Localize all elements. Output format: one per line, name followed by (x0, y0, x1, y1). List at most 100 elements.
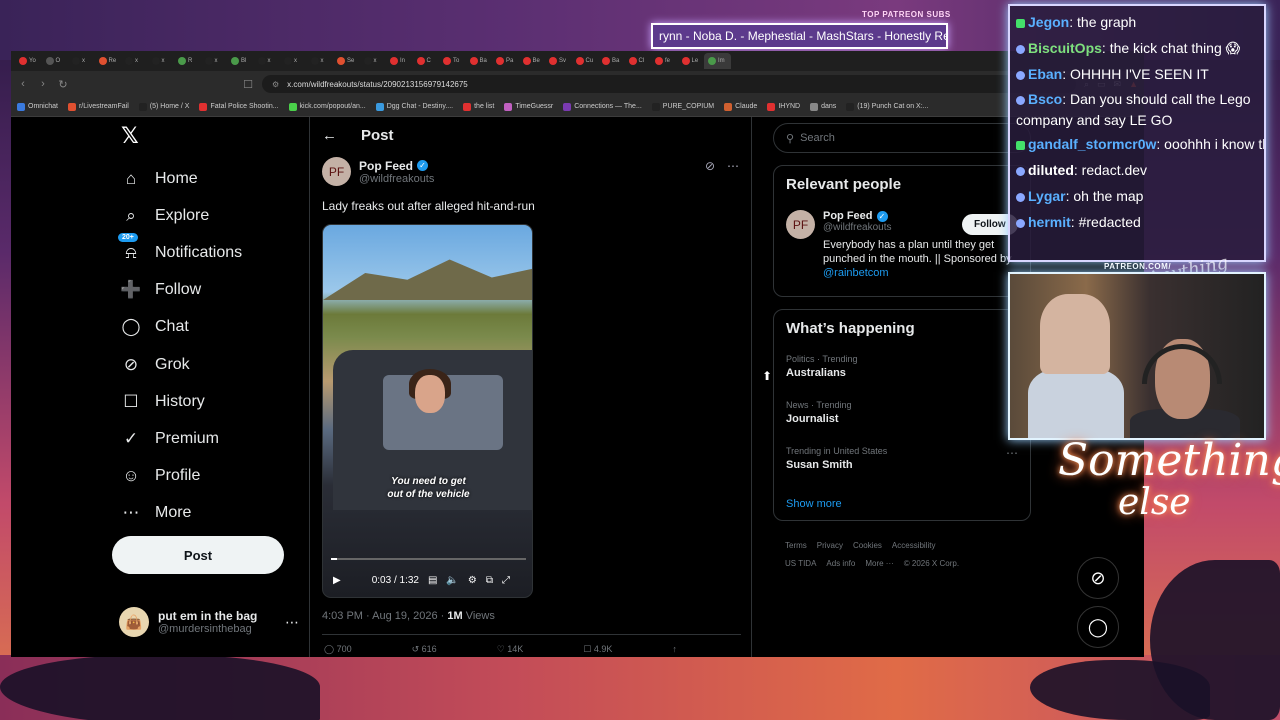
fullscreen-icon[interactable]: ⤢ (502, 575, 510, 586)
browser-tab[interactable]: To (439, 53, 466, 69)
back-icon[interactable]: ‹ (17, 78, 29, 90)
search-input[interactable]: ⚲ Search (773, 123, 1031, 153)
nav-item-grok[interactable]: ⊘ Grok (121, 355, 190, 375)
repost-button[interactable]: ↺ 616 (412, 644, 437, 655)
browser-tab[interactable]: Yo (15, 53, 42, 69)
play-icon[interactable]: ▶ (333, 575, 341, 586)
browser-tab[interactable]: Le (678, 53, 705, 69)
browser-tab[interactable]: Bl (227, 53, 254, 69)
author-name[interactable]: Pop Feed (359, 159, 413, 173)
pip-icon[interactable]: ⧉ (486, 575, 493, 586)
avatar[interactable]: PF (322, 157, 351, 186)
video-progress-bar[interactable] (331, 558, 526, 560)
nav-item-premium[interactable]: ✓ Premium (121, 429, 219, 449)
browser-tab[interactable]: x (280, 53, 307, 69)
browser-tab[interactable]: Be (519, 53, 546, 69)
footer-link[interactable]: More ··· (865, 559, 893, 568)
avatar[interactable]: PF (786, 210, 815, 239)
bookmark-item[interactable]: the list (463, 102, 494, 111)
browser-tab[interactable]: O (42, 53, 69, 69)
browser-tab[interactable]: Cu (572, 53, 599, 69)
browser-tab[interactable]: Pa (492, 53, 519, 69)
site-info-icon[interactable]: ⚙ (272, 80, 279, 89)
video-player[interactable]: You need to get out of the vehicle ▶ 0:0… (322, 224, 533, 598)
bookmark-item[interactable]: (19) Punch Cat on X:... (846, 102, 928, 111)
trend-item[interactable]: Politics · Trending Australians (786, 354, 858, 379)
browser-tab[interactable]: C (413, 53, 440, 69)
browser-tab[interactable]: x (121, 53, 148, 69)
grok-float-button[interactable]: ⊘ (1077, 557, 1119, 599)
footer-link[interactable]: US TIDA (785, 559, 816, 568)
trend-item[interactable]: News · Trending Journalist (786, 400, 852, 425)
footer-link[interactable]: Terms (785, 541, 807, 550)
post-button[interactable]: Post (112, 536, 284, 574)
browser-tab[interactable]: Im (704, 53, 731, 69)
footer-link[interactable]: Ads info (826, 559, 855, 568)
captions-icon[interactable]: ▤ (428, 575, 437, 586)
browser-tab[interactable]: Re (95, 53, 122, 69)
bookmark-item[interactable]: IHYND (767, 102, 800, 111)
x-logo-icon[interactable]: 𝕏 (121, 123, 139, 149)
bookmark-item[interactable]: Connections — The... (563, 102, 642, 111)
nav-item-profile[interactable]: ☺ Profile (121, 466, 200, 486)
trend-item[interactable]: Trending in United States Susan Smith (786, 446, 887, 471)
browser-tab[interactable]: x (68, 53, 95, 69)
footer-link[interactable]: Cookies (853, 541, 882, 550)
bookmark-item[interactable]: PURE_COPIUM (651, 102, 714, 111)
nav-item-chat[interactable]: ◯ Chat (121, 317, 188, 337)
back-arrow-icon[interactable]: ← (322, 127, 337, 144)
messages-float-button[interactable]: ◯ (1077, 606, 1119, 648)
footer-link[interactable]: Accessibility (892, 541, 936, 550)
forward-icon[interactable]: › (37, 78, 49, 90)
bookmark-item[interactable]: kick.com/popout/an... (288, 102, 366, 111)
browser-tab[interactable]: x (148, 53, 175, 69)
reply-button[interactable]: ◯ 700 (324, 644, 352, 655)
browser-tab[interactable]: x (360, 53, 387, 69)
bookmark-item[interactable]: Dgg Chat - Destiny.... (375, 102, 453, 111)
browser-tab[interactable]: CI (625, 53, 652, 69)
browser-tab[interactable]: Sv (545, 53, 572, 69)
share-icon[interactable]: ↑ (672, 644, 677, 655)
bookmark-item[interactable]: TimeGuessr (504, 102, 553, 111)
bookmark-item[interactable]: (5) Home / X (138, 102, 189, 111)
footer-link[interactable]: © 2026 X Corp. (904, 559, 959, 568)
bookmark-button[interactable]: ☐ 4.9K (583, 644, 612, 655)
show-more-link[interactable]: Show more (786, 498, 842, 510)
bookmark-item[interactable]: dans (810, 102, 836, 111)
address-input[interactable]: ⚙ x.com/wildfreakouts/status/20902131569… (262, 75, 1076, 93)
browser-tab[interactable]: In (386, 53, 413, 69)
bookmark-item[interactable]: Claude (724, 102, 757, 111)
post-author[interactable]: PF Pop Feed ✓ @wildfreakouts (322, 157, 434, 186)
nav-item-follow[interactable]: ➕ Follow (120, 280, 201, 300)
more-options-icon[interactable]: ⋯ (285, 614, 299, 631)
nav-item-home[interactable]: ⌂ Home (121, 169, 198, 189)
nav-item-more[interactable]: ⋯ More (121, 503, 192, 523)
timestamp-text[interactable]: 4:03 PM · Aug 19, 2026 · (322, 610, 447, 622)
browser-tab[interactable]: x (254, 53, 281, 69)
browser-tab[interactable]: Ba (598, 53, 625, 69)
browser-tab[interactable]: fe (651, 53, 678, 69)
browser-tab[interactable]: R (174, 53, 201, 69)
nav-item-explore[interactable]: ⌕ Explore (121, 206, 209, 226)
like-button[interactable]: ♡ 14K (497, 644, 524, 655)
bookmark-item[interactable]: r/LivestreamFail (67, 102, 129, 111)
browser-tab[interactable]: x (307, 53, 334, 69)
settings-icon[interactable]: ⚙ (468, 575, 477, 586)
volume-icon[interactable]: 🔈 (446, 575, 458, 586)
bio-link[interactable]: @rainbetcom (823, 267, 889, 279)
footer-link[interactable]: Privacy (817, 541, 843, 550)
person-name[interactable]: Pop Feed (823, 210, 873, 222)
browser-tab[interactable]: x (201, 53, 228, 69)
grok-icon[interactable]: ⊘ (705, 159, 715, 173)
more-options-icon[interactable]: ⋯ (1006, 446, 1018, 460)
reload-icon[interactable]: ↻ (57, 78, 69, 91)
browser-tab[interactable]: Se (333, 53, 360, 69)
author-handle[interactable]: @wildfreakouts (359, 173, 434, 185)
nav-item-history[interactable]: ☐ History (121, 392, 204, 412)
bookmark-item[interactable]: Fatal Police Shootin... (199, 102, 279, 111)
account-switcher[interactable]: 👜 put em in the bag @murdersinthebag ⋯ (119, 607, 299, 637)
nav-item-notifications[interactable]: ⍾ 20+ Notifications (118, 233, 242, 263)
browser-tab[interactable]: Ba (466, 53, 493, 69)
more-options-icon[interactable]: ⋯ (727, 159, 739, 173)
bookmark-item[interactable]: Omnichat (17, 102, 58, 111)
